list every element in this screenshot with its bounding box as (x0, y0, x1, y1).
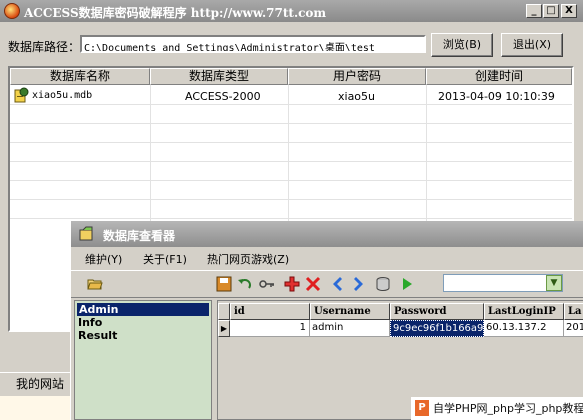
menu-hot-games[interactable]: 热门网页游戏(Z) (207, 251, 289, 267)
path-input[interactable]: C:\Documents and Settings\Administrator\… (80, 35, 426, 53)
tree-item-admin[interactable]: Admin (77, 303, 209, 316)
row-divider (10, 180, 572, 181)
column-header-created[interactable]: 创建时间 (426, 68, 572, 85)
next-icon[interactable] (351, 276, 367, 292)
undo-icon[interactable] (237, 276, 253, 292)
viewer-app-icon (79, 226, 93, 241)
db-created-cell: 2013-04-09 10:10:39 (438, 90, 555, 103)
minimize-button[interactable]: _ (526, 4, 542, 18)
delete-icon[interactable] (305, 276, 321, 292)
viewer-title: 数据库查看器 (103, 229, 176, 243)
grid-cell-id[interactable]: 1 (230, 320, 310, 337)
db-name-cell: xiao5u.mdb (32, 90, 93, 101)
path-label: 数据库路径： (8, 40, 81, 54)
tree-item-result[interactable]: Result (78, 329, 117, 342)
menu-about[interactable]: 关于(F1) (143, 251, 187, 267)
run-icon[interactable] (399, 276, 415, 292)
grid-cell-last[interactable]: 201 (564, 320, 583, 337)
row-divider (10, 142, 572, 143)
grid-header-id[interactable]: id (230, 303, 310, 320)
row-divider (10, 199, 572, 200)
row-divider (10, 123, 572, 124)
maximize-button[interactable]: □ (543, 4, 559, 18)
grid-cell-ip[interactable]: 60.13.137.2 (484, 320, 564, 337)
grid-header-lastloginip[interactable]: LastLoginIP (484, 303, 564, 320)
db-password-cell: xiao5u (338, 90, 376, 103)
column-header-name[interactable]: 数据库名称 (10, 68, 150, 85)
row-divider (10, 161, 572, 162)
viewer-menubar: 维护(Y) 关于(F1) 热门网页游戏(Z) (71, 248, 583, 268)
prev-icon[interactable] (329, 276, 345, 292)
watermark-text: 自学PHP网_php学习_php教程 (433, 402, 583, 415)
save-icon[interactable] (216, 276, 232, 292)
column-header-type[interactable]: 数据库类型 (150, 68, 288, 85)
database-viewer-window[interactable]: 数据库查看器 维护(Y) 关于(F1) 热门网页游戏(Z) ▼ Admin In… (70, 221, 583, 420)
database-icon[interactable] (375, 276, 391, 292)
table-select[interactable]: ▼ (443, 274, 563, 292)
table-tree[interactable]: Admin Info Result (74, 300, 212, 420)
browse-button[interactable]: 浏览(B) (431, 33, 493, 57)
chevron-down-icon[interactable]: ▼ (546, 275, 562, 291)
site-watermark: P 自学PHP网_php学习_php教程 (411, 397, 583, 420)
app-icon (4, 3, 20, 19)
watermark-logo: P (415, 400, 429, 416)
main-titlebar[interactable]: ACCESS数据库密码破解程序 http://www.77tt.com _ □ … (0, 0, 583, 22)
open-folder-icon[interactable] (87, 276, 103, 292)
add-icon[interactable] (284, 276, 300, 292)
grid-header-username[interactable]: Username (310, 303, 390, 320)
db-type-cell: ACCESS-2000 (185, 90, 261, 103)
my-website-tab[interactable]: 我的网站 (0, 372, 80, 395)
row-divider (10, 104, 572, 105)
key-icon[interactable] (259, 276, 275, 292)
grid-header-last[interactable]: La (564, 303, 583, 320)
grid-header-password[interactable]: Password (390, 303, 484, 320)
database-file-icon (14, 87, 29, 103)
window-title: ACCESS数据库密码破解程序 http://www.77tt.com (24, 6, 327, 20)
row-divider (10, 218, 572, 219)
viewer-titlebar[interactable]: 数据库查看器 (71, 221, 583, 247)
row-pointer-icon: ▶ (218, 320, 230, 337)
grid-cell-password[interactable]: 9c9ec96f1b166a9 (390, 320, 484, 337)
column-header-password[interactable]: 用户密码 (288, 68, 426, 85)
menu-maintain[interactable]: 维护(Y) (85, 251, 122, 267)
exit-button[interactable]: 退出(X) (501, 33, 563, 57)
status-strip (0, 396, 70, 420)
grid-cell-username[interactable]: admin (310, 320, 390, 337)
close-button[interactable]: X (561, 4, 577, 18)
grid-indicator-header (218, 303, 230, 320)
tree-item-info[interactable]: Info (78, 316, 102, 329)
